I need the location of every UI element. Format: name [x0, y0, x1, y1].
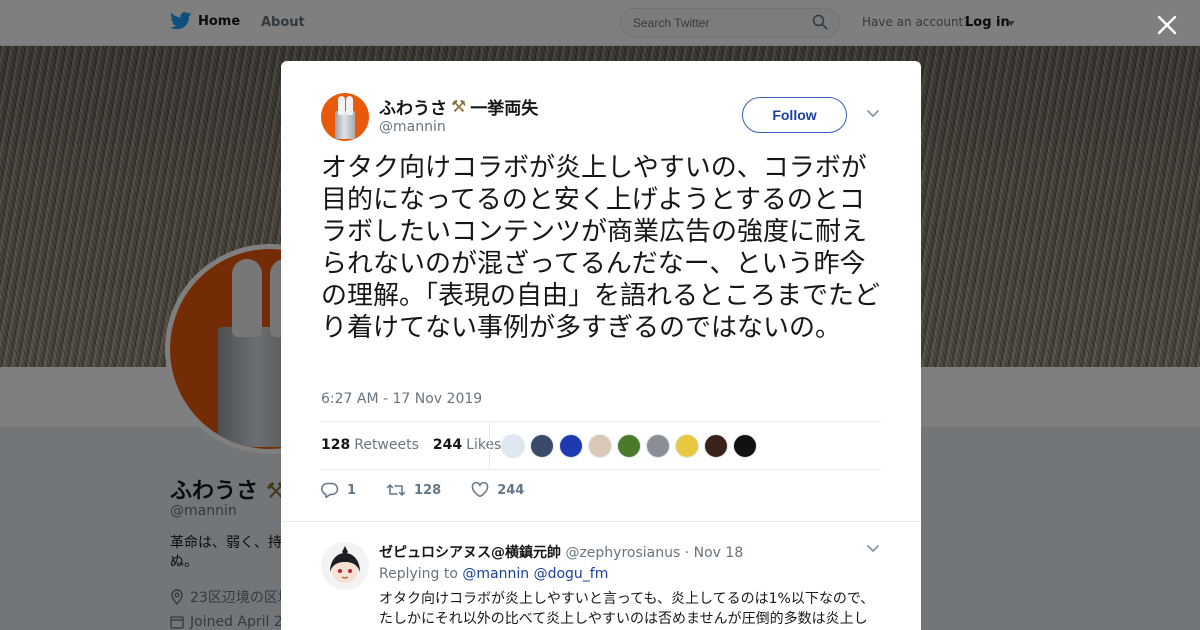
reply-text: オタク向けコラボが炎上しやすいと言っても、炎上してるのは1%以下なので、たしかに… — [379, 591, 875, 627]
reply-author[interactable]: ゼピュロシアヌス@横鎮元帥 @zephyrosianus · Nov 18 — [379, 542, 743, 562]
divider — [321, 469, 881, 470]
close-icon[interactable] — [1152, 10, 1182, 40]
reply-date[interactable]: Nov 18 — [694, 545, 744, 561]
author-avatar[interactable] — [321, 93, 369, 141]
heart-icon — [471, 482, 489, 498]
divider — [489, 423, 490, 469]
liker-avatar[interactable] — [733, 434, 757, 458]
retweet-button[interactable]: 128 — [386, 482, 441, 498]
reply-icon — [321, 482, 339, 498]
likes-stat[interactable]: 244 Likes — [433, 437, 501, 453]
chevron-down-icon[interactable] — [866, 109, 880, 119]
retweets-stat[interactable]: 128 Retweets — [321, 437, 419, 453]
liker-avatar[interactable] — [559, 434, 583, 458]
tweet-text: オタク向けコラボが炎上しやすいの、コラボが目的になってるのと安く上げようとするの… — [321, 153, 881, 343]
liker-avatar[interactable] — [675, 434, 699, 458]
tweet-timestamp[interactable]: 6:27 AM - 17 Nov 2019 — [321, 391, 482, 407]
liker-avatar[interactable] — [646, 434, 670, 458]
liker-avatar[interactable] — [617, 434, 641, 458]
liker-avatar[interactable] — [588, 434, 612, 458]
likers-avatars — [501, 434, 757, 458]
reply-button[interactable]: 1 — [321, 482, 356, 498]
retweet-icon — [386, 484, 406, 496]
tweet-stats: 128 Retweets 244 Likes — [321, 437, 501, 453]
reply-avatar[interactable] — [321, 542, 369, 590]
follow-button[interactable]: Follow — [742, 97, 847, 133]
tweet-actions: 1 128 244 — [321, 482, 554, 498]
divider — [281, 521, 921, 522]
chevron-down-icon[interactable] — [866, 544, 880, 554]
author-name[interactable]: ふわうさ ⚒ 一挙両失 — [379, 94, 538, 120]
liker-avatar[interactable] — [704, 434, 728, 458]
author-handle[interactable]: @mannin — [379, 119, 446, 135]
tweet-modal: ふわうさ ⚒ 一挙両失 @mannin Follow オタク向けコラボが炎上しや… — [281, 61, 921, 630]
mention-link[interactable]: @mannin — [462, 566, 529, 582]
liker-avatar[interactable] — [501, 434, 525, 458]
replying-to: Replying to @mannin @dogu_fm — [379, 566, 609, 582]
hammer-pick-icon: ⚒ — [451, 96, 467, 117]
mention-link[interactable]: @dogu_fm — [534, 566, 609, 582]
like-button[interactable]: 244 — [471, 482, 524, 498]
liker-avatar[interactable] — [530, 434, 554, 458]
divider — [321, 421, 881, 422]
